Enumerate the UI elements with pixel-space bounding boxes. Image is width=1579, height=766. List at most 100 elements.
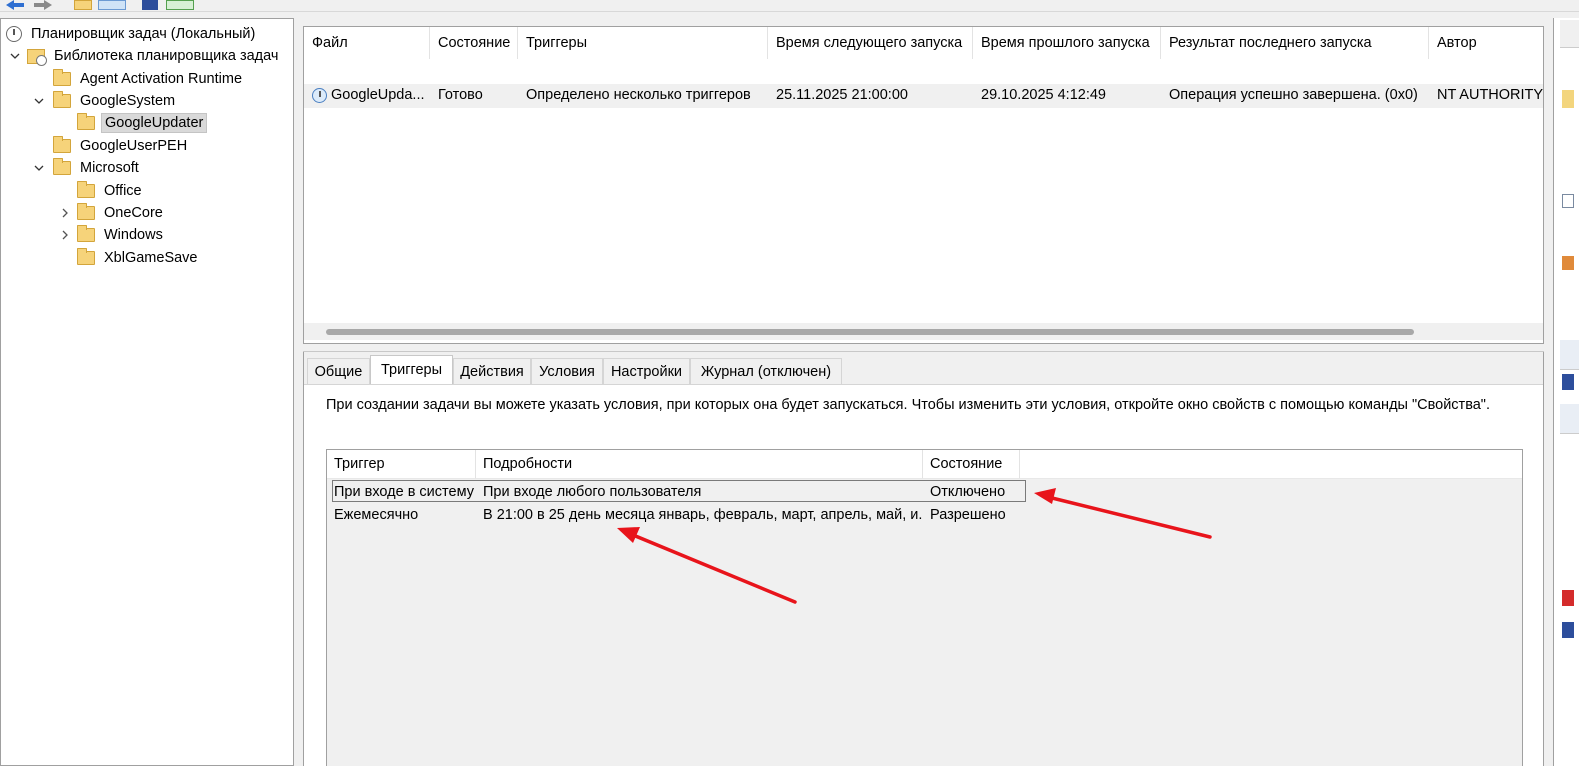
actions-pane	[1553, 18, 1579, 766]
tree-item-label: XblGameSave	[104, 250, 198, 266]
column-header-author[interactable]: Автор	[1429, 27, 1543, 59]
horizontal-scrollbar[interactable]	[304, 323, 1543, 340]
triggers-table: Триггер Подробности Состояние При входе …	[326, 449, 1523, 766]
folder-icon	[53, 91, 71, 108]
folder-icon	[53, 136, 71, 153]
tab-triggers[interactable]: Триггеры	[370, 355, 453, 384]
tab-history[interactable]: Журнал (отключен)	[690, 358, 842, 384]
column-header-filler	[1020, 450, 1522, 479]
tree-item-label: GoogleUpdater	[101, 113, 208, 133]
trigger-state: Разрешено	[930, 507, 1006, 523]
vertical-splitter[interactable]	[294, 18, 303, 766]
column-header-last-run[interactable]: Время прошлого запуска	[973, 27, 1161, 59]
chevron-right-icon[interactable]	[59, 207, 71, 219]
chevron-right-icon[interactable]	[59, 229, 71, 241]
action-icon[interactable]	[1562, 90, 1574, 108]
action-icon[interactable]	[1562, 194, 1574, 208]
tree-item-googlesystem[interactable]: GoogleSystem	[33, 90, 178, 112]
task-triggers: Определено несколько триггеров	[526, 87, 751, 103]
chevron-down-icon[interactable]	[33, 162, 45, 174]
tree-item-label: GoogleUserPEH	[80, 138, 188, 154]
table-row[interactable]: GoogleUpda... Готово Определено нескольк…	[304, 84, 1544, 108]
actions-section-header	[1560, 340, 1579, 370]
column-header-triggers[interactable]: Триггеры	[518, 27, 768, 59]
help-icon[interactable]	[1562, 622, 1574, 638]
tab-actions[interactable]: Действия	[453, 358, 531, 384]
tree-item-label: Библиотека планировщика задач	[54, 48, 279, 64]
folder-icon	[77, 113, 95, 130]
tree-root-label: Планировщик задач (Локальный)	[31, 26, 256, 42]
tree-item-label: Microsoft	[80, 160, 139, 176]
trigger-details: При входе любого пользователя	[483, 484, 702, 500]
scrollbar-thumb[interactable]	[326, 329, 1414, 335]
column-header-trigger[interactable]: Триггер	[327, 450, 476, 479]
trigger-details: В 21:00 в 25 день месяца январь, февраль…	[483, 507, 923, 523]
task-list: Файл Состояние Триггеры Время следующего…	[303, 26, 1544, 344]
tree-root[interactable]: Планировщик задач (Локальный)	[6, 23, 258, 45]
tree-item-windows[interactable]: Windows	[59, 224, 166, 246]
help-icon[interactable]	[1562, 374, 1574, 390]
navigation-tree: Планировщик задач (Локальный) Библиотека…	[0, 18, 294, 766]
tree-item-xblgamesave[interactable]: XblGameSave	[77, 247, 201, 269]
tab-general[interactable]: Общие	[307, 358, 370, 384]
triggers-tab-content: При создании задачи вы можете указать ус…	[304, 384, 1543, 766]
trigger-type: Ежемесячно	[334, 507, 419, 523]
tree-item-googleuserpeh[interactable]: GoogleUserPEH	[53, 135, 190, 157]
column-header-details[interactable]: Подробности	[476, 450, 923, 479]
library-folder-icon	[27, 48, 47, 66]
actions-section-header	[1560, 404, 1579, 434]
folder-icon	[77, 203, 95, 220]
details-pane: Общие Триггеры Действия Условия Настройк…	[303, 352, 1544, 766]
table-row[interactable]: Ежемесячно В 21:00 в 25 день месяца янва…	[332, 504, 1026, 526]
tree-item-label: OneCore	[104, 205, 163, 221]
forward-arrow-icon[interactable]	[32, 0, 54, 10]
show-action-pane-icon[interactable]	[166, 0, 194, 10]
task-last-run: 29.10.2025 4:12:49	[981, 87, 1106, 103]
actions-header	[1560, 20, 1579, 48]
show-hide-tree-icon[interactable]	[98, 0, 126, 10]
tree-item-office[interactable]: Office	[77, 180, 145, 202]
tree-item-onecore[interactable]: OneCore	[59, 202, 166, 224]
trigger-state: Отключено	[930, 484, 1006, 500]
folder-up-icon[interactable]	[74, 0, 92, 10]
column-header-state[interactable]: Состояние	[430, 27, 518, 59]
column-header-next-run[interactable]: Время следующего запуска	[768, 27, 973, 59]
column-header-trigger-state[interactable]: Состояние	[923, 450, 1020, 479]
folder-icon	[77, 248, 95, 265]
chevron-down-icon[interactable]	[9, 50, 21, 62]
column-header-last-result[interactable]: Результат последнего запуска	[1161, 27, 1429, 59]
chevron-down-icon[interactable]	[33, 95, 45, 107]
tree-item-label: Agent Activation Runtime	[80, 71, 243, 87]
back-arrow-icon[interactable]	[4, 0, 26, 10]
toolbar	[0, 0, 1579, 12]
folder-icon	[77, 181, 95, 198]
action-icon[interactable]	[1562, 256, 1574, 270]
task-name: GoogleUpda...	[331, 87, 425, 103]
tab-settings[interactable]: Настройки	[603, 358, 690, 384]
task-state: Готово	[438, 87, 483, 103]
tree-item-library[interactable]: Библиотека планировщика задач	[9, 45, 281, 67]
task-next-run: 25.11.2025 21:00:00	[776, 87, 908, 103]
table-row[interactable]: При входе в систему При входе любого пол…	[332, 480, 1026, 502]
tab-conditions[interactable]: Условия	[531, 358, 603, 384]
task-clock-icon	[312, 87, 327, 103]
delete-icon[interactable]	[1562, 590, 1574, 606]
triggers-description: При создании задачи вы можете указать ус…	[326, 397, 1490, 413]
tree-item-microsoft[interactable]: Microsoft	[33, 157, 142, 179]
task-scheduler-clock-icon	[6, 26, 22, 42]
tree-item-label: GoogleSystem	[80, 93, 176, 109]
tree-item-label: Office	[104, 183, 142, 199]
trigger-type: При входе в систему	[334, 484, 474, 500]
task-last-result: Операция успешно завершена. (0x0)	[1169, 87, 1418, 103]
task-author: NT AUTHORITY\S	[1437, 87, 1544, 103]
horizontal-splitter[interactable]	[303, 344, 1544, 352]
tree-item-googleupdater[interactable]: GoogleUpdater	[77, 112, 208, 134]
column-header-file[interactable]: Файл	[304, 27, 430, 59]
help-icon[interactable]	[142, 0, 158, 10]
folder-icon	[77, 225, 95, 242]
folder-icon	[53, 158, 71, 175]
folder-icon	[53, 69, 71, 86]
task-name-cell: GoogleUpda...	[304, 84, 430, 106]
tree-item-label: Windows	[104, 227, 163, 243]
tree-item-agent-activation-runtime[interactable]: Agent Activation Runtime	[53, 68, 245, 90]
